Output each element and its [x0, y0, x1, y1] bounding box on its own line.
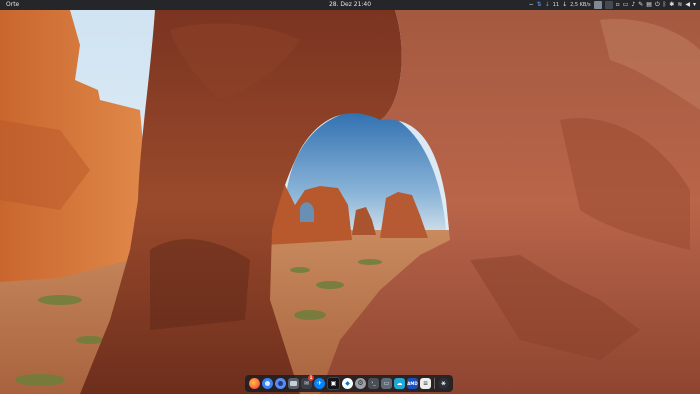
- volume-icon[interactable]: ◀: [685, 0, 690, 10]
- ide-app-icon[interactable]: ▣: [327, 377, 340, 390]
- indicator-count: 11: [552, 2, 560, 8]
- browser-app-icon[interactable]: [275, 378, 286, 389]
- clipboard-icon[interactable]: ▤: [646, 0, 652, 10]
- accessibility-icon[interactable]: ✱: [669, 0, 674, 10]
- network-speed-icon: ↓: [562, 1, 568, 8]
- places-menu-button[interactable]: Orte: [6, 1, 19, 8]
- bluetooth-icon[interactable]: ᛒ: [663, 0, 667, 10]
- firefox-app-icon[interactable]: [249, 378, 260, 389]
- arrow-down-icon[interactable]: ↓: [545, 0, 550, 10]
- network-indicator-icon[interactable]: ⇅: [537, 0, 542, 10]
- app-grid-icon[interactable]: ⚹: [438, 378, 449, 389]
- dock-separator: [434, 378, 435, 389]
- amd-app-icon[interactable]: AMD: [407, 378, 418, 389]
- notes-app-icon[interactable]: ≡: [420, 378, 431, 389]
- vscode-app-icon[interactable]: ◆: [342, 378, 353, 389]
- cloud-app-icon[interactable]: ☁: [394, 378, 405, 389]
- system-menu-chevron-icon[interactable]: ▾: [693, 0, 696, 10]
- desktop-wallpaper: [0, 0, 700, 394]
- system-tray: − ⇅ ↓ 11 ↓ 2,5 KB/s ▫ ▭ ♪ ✎ ▤ ⏻ ᛒ ✱ ≋ ◀ …: [529, 0, 696, 10]
- screenshot-icon[interactable]: ▭: [623, 0, 629, 10]
- pen-icon[interactable]: ✎: [638, 0, 643, 10]
- dock: ✉ 1 ✈ ▣ ◆ ⚙ ›_ ▭ ☁ AMD ≡ ⚹: [245, 375, 453, 392]
- minus-icon[interactable]: −: [529, 0, 534, 10]
- chromium-app-icon[interactable]: [262, 378, 273, 389]
- workspace-indicator-2[interactable]: [604, 1, 613, 9]
- power-button-icon[interactable]: ⏻: [655, 0, 660, 10]
- mail-unread-badge: 1: [308, 375, 314, 381]
- bell-icon[interactable]: ♪: [631, 0, 635, 10]
- monitor-app-icon[interactable]: ▭: [381, 378, 392, 389]
- files-app-icon[interactable]: [288, 378, 299, 389]
- wifi-icon[interactable]: ≋: [677, 0, 682, 10]
- workspace-indicator-1[interactable]: [593, 1, 602, 9]
- messenger-app-icon[interactable]: ✈: [314, 378, 325, 389]
- top-panel: Orte 28. Dez 21:40 − ⇅ ↓ 11 ↓ 2,5 KB/s ▫…: [0, 0, 700, 10]
- clock[interactable]: 28. Dez 21:40: [329, 1, 371, 8]
- settings-app-icon[interactable]: ⚙: [355, 378, 366, 389]
- mail-app-icon[interactable]: ✉ 1: [301, 375, 314, 389]
- square-icon[interactable]: ▫: [616, 0, 620, 10]
- terminal-app-icon[interactable]: ›_: [368, 378, 379, 389]
- network-speed[interactable]: 2,5 KB/s: [570, 0, 591, 10]
